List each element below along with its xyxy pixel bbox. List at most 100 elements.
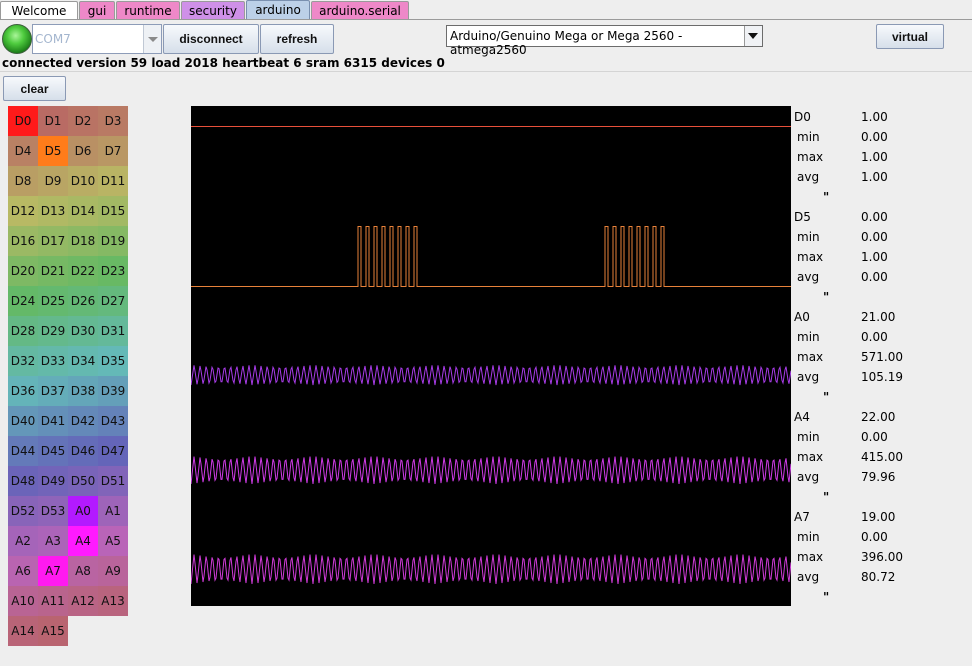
pin-d3[interactable]: D3 xyxy=(98,106,128,136)
pin-a0[interactable]: A0 xyxy=(68,496,98,526)
pin-d30[interactable]: D30 xyxy=(68,316,98,346)
pin-d29[interactable]: D29 xyxy=(38,316,68,346)
board-select-arrow[interactable] xyxy=(744,26,762,46)
trace-max-value: 415.00 xyxy=(861,450,903,464)
pin-a11[interactable]: A11 xyxy=(38,586,68,616)
pin-a12[interactable]: A12 xyxy=(68,586,98,616)
clear-button[interactable]: clear xyxy=(3,76,66,101)
tab-runtime[interactable]: runtime xyxy=(116,1,180,19)
tab-security[interactable]: security xyxy=(181,1,245,19)
pin-d7[interactable]: D7 xyxy=(98,136,128,166)
pin-d18[interactable]: D18 xyxy=(68,226,98,256)
pin-d27[interactable]: D27 xyxy=(98,286,128,316)
pin-d51[interactable]: D51 xyxy=(98,466,128,496)
pin-d19[interactable]: D19 xyxy=(98,226,128,256)
pin-d44[interactable]: D44 xyxy=(8,436,38,466)
pin-d25[interactable]: D25 xyxy=(38,286,68,316)
pin-d39[interactable]: D39 xyxy=(98,376,128,406)
pin-d31[interactable]: D31 xyxy=(98,316,128,346)
pin-d16[interactable]: D16 xyxy=(8,226,38,256)
pin-a9[interactable]: A9 xyxy=(98,556,128,586)
pin-d22[interactable]: D22 xyxy=(68,256,98,286)
pin-d10[interactable]: D10 xyxy=(68,166,98,196)
pin-d6[interactable]: D6 xyxy=(68,136,98,166)
trace-min-value: 0.00 xyxy=(861,430,888,444)
virtual-button[interactable]: virtual xyxy=(876,24,944,49)
trace-current-value: 1.00 xyxy=(861,110,888,124)
pin-d49[interactable]: D49 xyxy=(38,466,68,496)
pin-d53[interactable]: D53 xyxy=(38,496,68,526)
tab-arduino-serial[interactable]: arduino.serial xyxy=(311,1,409,19)
board-select[interactable]: Arduino/Genuino Mega or Mega 2560 - atme… xyxy=(446,25,763,57)
pin-a15[interactable]: A15 xyxy=(38,616,68,646)
pin-d24[interactable]: D24 xyxy=(8,286,38,316)
pin-d5[interactable]: D5 xyxy=(38,136,68,166)
pin-d37[interactable]: D37 xyxy=(38,376,68,406)
pin-d45[interactable]: D45 xyxy=(38,436,68,466)
pin-d8[interactable]: D8 xyxy=(8,166,38,196)
tab-bar-divider xyxy=(0,19,972,20)
pin-a13[interactable]: A13 xyxy=(98,586,128,616)
pin-d4[interactable]: D4 xyxy=(8,136,38,166)
pin-a3[interactable]: A3 xyxy=(38,526,68,556)
pin-d36[interactable]: D36 xyxy=(8,376,38,406)
pin-a4[interactable]: A4 xyxy=(68,526,98,556)
pin-a2[interactable]: A2 xyxy=(8,526,38,556)
pin-a6[interactable]: A6 xyxy=(8,556,38,586)
trace-max-value: 396.00 xyxy=(861,550,903,564)
port-select[interactable]: COM7 xyxy=(32,24,162,54)
tab-gui[interactable]: gui xyxy=(79,1,115,19)
pin-d50[interactable]: D50 xyxy=(68,466,98,496)
pin-a10[interactable]: A10 xyxy=(8,586,38,616)
pin-d15[interactable]: D15 xyxy=(98,196,128,226)
trace-avg-value: 1.00 xyxy=(861,170,888,184)
pin-d26[interactable]: D26 xyxy=(68,286,98,316)
pin-d9[interactable]: D9 xyxy=(38,166,68,196)
trace-pin-label: D5 xyxy=(794,210,811,224)
tab-welcome[interactable]: Welcome xyxy=(0,1,78,19)
pin-d41[interactable]: D41 xyxy=(38,406,68,436)
pin-d46[interactable]: D46 xyxy=(68,436,98,466)
pin-d23[interactable]: D23 xyxy=(98,256,128,286)
trace-separator-mark: " xyxy=(823,190,830,204)
pin-a14[interactable]: A14 xyxy=(8,616,38,646)
pin-d33[interactable]: D33 xyxy=(38,346,68,376)
refresh-button[interactable]: refresh xyxy=(260,24,334,54)
pin-d0[interactable]: D0 xyxy=(8,106,38,136)
pin-d52[interactable]: D52 xyxy=(8,496,38,526)
pin-d28[interactable]: D28 xyxy=(8,316,38,346)
pin-d17[interactable]: D17 xyxy=(38,226,68,256)
pin-a5[interactable]: A5 xyxy=(98,526,128,556)
pin-a7[interactable]: A7 xyxy=(38,556,68,586)
pin-d13[interactable]: D13 xyxy=(38,196,68,226)
pin-d38[interactable]: D38 xyxy=(68,376,98,406)
pin-a1[interactable]: A1 xyxy=(98,496,128,526)
tab-bar: Welcome gui runtime security arduino arduino.… xyxy=(0,0,972,20)
pin-d42[interactable]: D42 xyxy=(68,406,98,436)
pin-d43[interactable]: D43 xyxy=(98,406,128,436)
tab-arduino[interactable]: arduino xyxy=(246,0,310,20)
pin-d14[interactable]: D14 xyxy=(68,196,98,226)
trace-min-label: min xyxy=(797,430,820,444)
trace-a0-line xyxy=(191,365,791,386)
pin-d34[interactable]: D34 xyxy=(68,346,98,376)
pin-d32[interactable]: D32 xyxy=(8,346,38,376)
pin-d35[interactable]: D35 xyxy=(98,346,128,376)
port-select-arrow[interactable] xyxy=(143,25,161,53)
pin-d1[interactable]: D1 xyxy=(38,106,68,136)
trace-max-label: max xyxy=(797,450,824,464)
pin-d11[interactable]: D11 xyxy=(98,166,128,196)
trace-min-value: 0.00 xyxy=(861,330,888,344)
pin-d48[interactable]: D48 xyxy=(8,466,38,496)
pin-a8[interactable]: A8 xyxy=(68,556,98,586)
pin-d12[interactable]: D12 xyxy=(8,196,38,226)
trace-separator-mark: " xyxy=(823,390,830,404)
disconnect-button[interactable]: disconnect xyxy=(163,24,259,54)
pin-d2[interactable]: D2 xyxy=(68,106,98,136)
pin-d40[interactable]: D40 xyxy=(8,406,38,436)
pin-d20[interactable]: D20 xyxy=(8,256,38,286)
pin-d47[interactable]: D47 xyxy=(98,436,128,466)
pin-d21[interactable]: D21 xyxy=(38,256,68,286)
board-select-value: Arduino/Genuino Mega or Mega 2560 - atme… xyxy=(450,29,683,57)
trace-stats-panel: D0 1.00 min 0.00 max 1.00 avg 1.00 " D5 0.00 min 0.0… xyxy=(791,106,972,606)
